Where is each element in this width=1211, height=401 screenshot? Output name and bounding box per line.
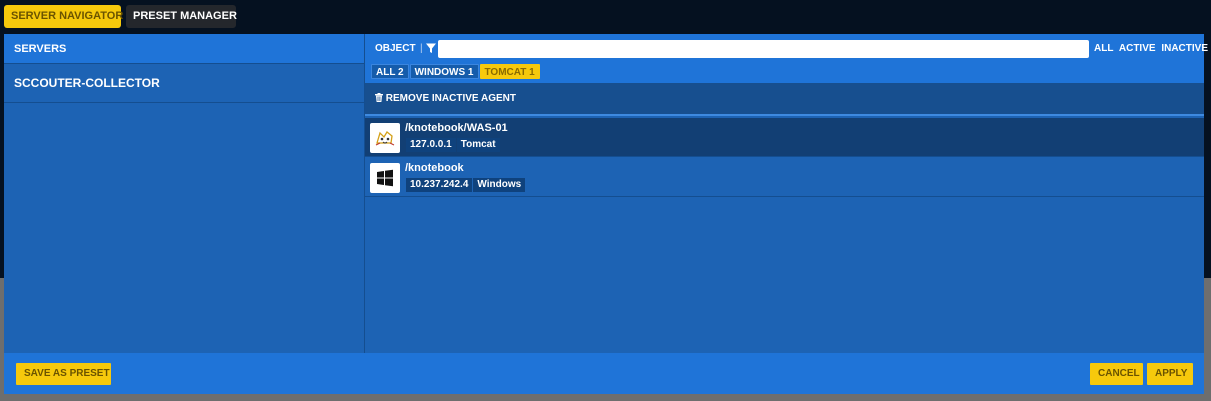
- separator: |: [420, 43, 423, 54]
- filter-icon[interactable]: [425, 42, 437, 54]
- status-filter-all[interactable]: ALL: [1094, 43, 1113, 54]
- remove-inactive-agent-button[interactable]: REMOVE INACTIVE AGENT: [375, 93, 516, 104]
- tab-server-navigator[interactable]: SERVER NAVIGATOR: [4, 5, 123, 28]
- agent-row[interactable]: /knotebook 10.237.242.4 Windows: [365, 158, 1204, 197]
- status-filter-inactive[interactable]: INACTIVE: [1161, 43, 1208, 54]
- agent-tags: 10.237.242.4 Windows: [406, 178, 526, 192]
- save-as-preset-button[interactable]: SAVE AS PRESET: [16, 363, 111, 385]
- agents-pane: OBJECT | ALL ACTIVE INACTIVE ALL 2 WINDOW…: [365, 34, 1208, 353]
- search-input[interactable]: [438, 40, 1089, 58]
- action-bar: REMOVE INACTIVE AGENT: [365, 83, 1204, 116]
- agent-row[interactable]: /knotebook/WAS-01 127.0.0.1 Tomcat: [365, 118, 1204, 157]
- filter-bar: OBJECT | ALL ACTIVE INACTIVE ALL 2 WINDOW…: [365, 34, 1208, 83]
- agent-name: /knotebook/WAS-01: [405, 122, 508, 134]
- tab-preset-manager[interactable]: PRESET MANAGER: [126, 5, 237, 28]
- apply-button[interactable]: APPLY: [1147, 363, 1193, 385]
- agent-type-badge: Windows: [473, 178, 526, 192]
- chip-tomcat[interactable]: TOMCAT 1: [479, 64, 540, 79]
- servers-pane: SERVERS SCCOUTER-COLLECTOR: [4, 34, 365, 353]
- chip-all[interactable]: ALL 2: [371, 64, 409, 79]
- servers-header: SERVERS: [4, 34, 364, 64]
- agent-ip-badge: 127.0.0.1: [406, 138, 456, 152]
- status-filters: ALL ACTIVE INACTIVE: [1094, 43, 1211, 54]
- agent-name: /knotebook: [405, 162, 464, 174]
- object-label: OBJECT: [375, 43, 416, 54]
- remove-inactive-label: REMOVE INACTIVE AGENT: [385, 93, 516, 104]
- dialog-footer: SAVE AS PRESET CANCEL APPLY: [4, 353, 1204, 394]
- top-bar: SERVER NAVIGATOR PRESET MANAGER: [0, 0, 1211, 33]
- agent-tags: 127.0.0.1 Tomcat: [406, 138, 501, 152]
- chip-windows[interactable]: WINDOWS 1: [409, 64, 479, 79]
- server-navigator-panel: SERVERS SCCOUTER-COLLECTOR OBJECT | ALL …: [4, 34, 1208, 394]
- tomcat-icon: [370, 123, 400, 153]
- type-filter-chips: ALL 2 WINDOWS 1 TOMCAT 1: [371, 64, 541, 79]
- agent-ip-badge: 10.237.242.4: [406, 178, 473, 192]
- agent-type-badge: Tomcat: [456, 138, 500, 152]
- trash-icon: [375, 93, 383, 102]
- windows-icon: [370, 163, 400, 193]
- sidebar-item-collector[interactable]: SCCOUTER-COLLECTOR: [4, 64, 364, 103]
- cancel-button[interactable]: CANCEL: [1090, 363, 1143, 385]
- status-filter-active[interactable]: ACTIVE: [1119, 43, 1156, 54]
